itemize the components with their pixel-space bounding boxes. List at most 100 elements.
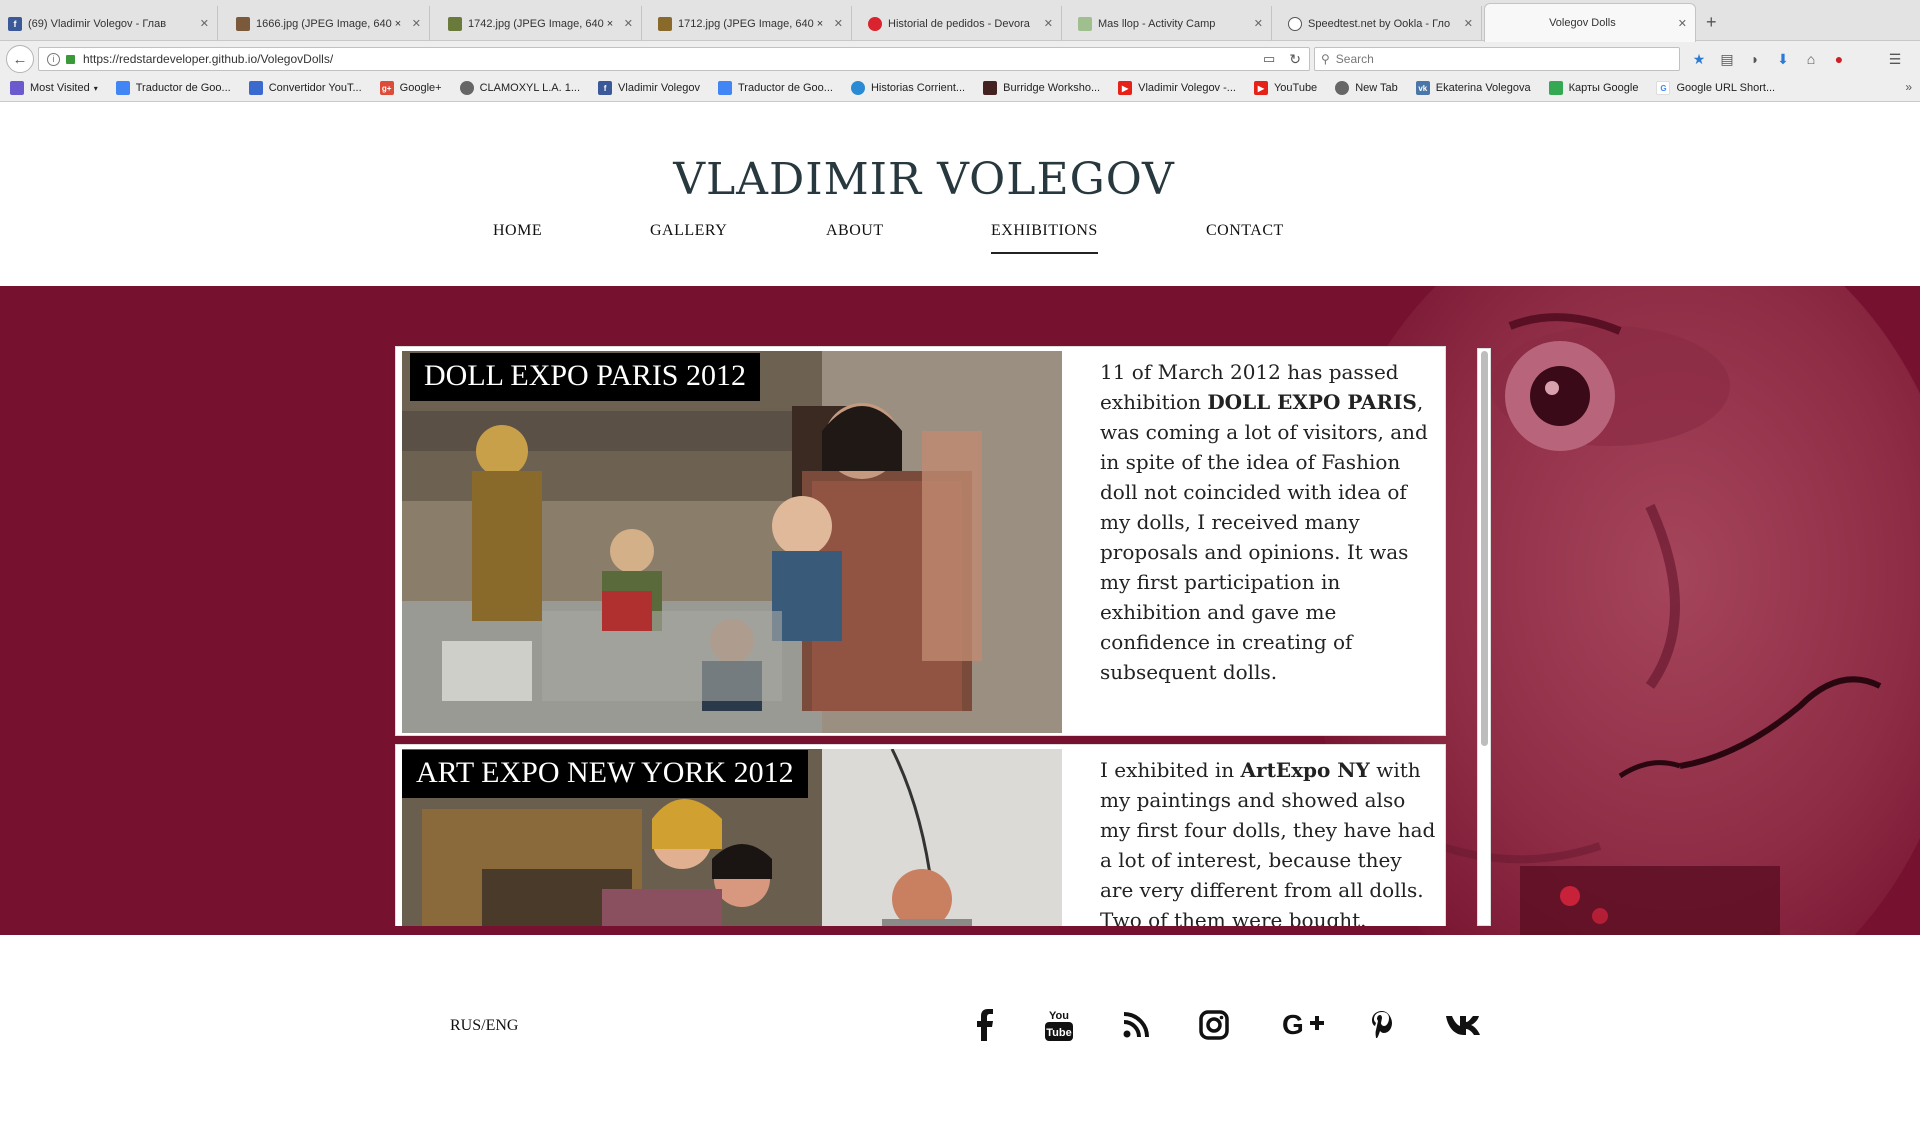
exhibition-name-bold: DOLL EXPO PARIS <box>1207 390 1417 414</box>
nav-bar: ← i https://redstardeveloper.github.io/V… <box>0 42 1920 74</box>
exhibitions-list: DOLL EXPO PARIS 2012 11 of March 2012 ha… <box>395 346 1495 926</box>
close-tab-icon[interactable]: ✕ <box>1254 17 1263 30</box>
svg-text:Tube: Tube <box>1046 1027 1071 1039</box>
pinterest-extension-icon[interactable]: ● <box>1830 50 1848 68</box>
image-favicon-icon <box>658 16 672 31</box>
site-title[interactable]: VLADIMIR VOLEGOV <box>0 154 1848 205</box>
close-tab-icon[interactable]: ✕ <box>1678 17 1687 30</box>
exhibition-card: DOLL EXPO PARIS 2012 11 of March 2012 ha… <box>395 346 1446 736</box>
scrollbar-thumb[interactable] <box>1481 351 1488 746</box>
bookmark-item[interactable]: CLAMOXYL L.A. 1... <box>459 81 580 95</box>
bookmark-item[interactable]: Most Visited ▾ <box>10 81 98 95</box>
instagram-icon[interactable] <box>1194 1005 1234 1045</box>
translate-icon <box>717 81 732 95</box>
rss-icon[interactable] <box>1116 1005 1156 1045</box>
exhibition-card: ART EXPO NEW YORK 2012 I exhibited in Ar… <box>395 744 1446 926</box>
google-plus-favicon-icon: g+ <box>379 81 394 95</box>
language-switch[interactable]: RUS/ENG <box>450 1017 518 1035</box>
bookmarks-list-icon[interactable]: ▤ <box>1718 50 1736 68</box>
converter-icon <box>248 81 263 95</box>
tab-facebook[interactable]: f (69) Vladimir Volegov - Глав ✕ <box>0 6 218 41</box>
bookmark-item[interactable]: g+ Google+ <box>379 81 442 95</box>
nav-home[interactable]: HOME <box>493 222 542 240</box>
bookmark-item[interactable]: Traductor de Goo... <box>115 81 231 95</box>
facebook-favicon-icon: f <box>8 16 22 31</box>
reader-view-icon[interactable]: ▭ <box>1263 51 1275 67</box>
facebook-icon[interactable] <box>964 1005 1004 1045</box>
bookmark-item[interactable]: f Vladimir Volegov <box>598 81 700 95</box>
download-icon[interactable]: ⬇ <box>1774 50 1792 68</box>
more-bookmarks-chevron-icon[interactable]: » <box>1905 80 1912 94</box>
back-arrow-icon: ← <box>12 50 28 68</box>
image-favicon-icon <box>236 16 250 31</box>
search-bar[interactable]: ⚲ Search <box>1314 47 1680 71</box>
tab-1742[interactable]: 1742.jpg (JPEG Image, 640 × ✕ <box>440 6 642 41</box>
home-icon[interactable]: ⌂ <box>1802 50 1820 68</box>
bookmark-item[interactable]: ▶ Vladimir Volegov -... <box>1118 81 1236 95</box>
exhibitions-section: DOLL EXPO PARIS 2012 11 of March 2012 ha… <box>0 286 1920 935</box>
close-tab-icon[interactable]: ✕ <box>412 17 421 30</box>
bookmark-item[interactable]: New Tab <box>1335 81 1398 95</box>
tab-label: Speedtest.net by Ookla - Гло <box>1308 17 1451 30</box>
pinterest-icon[interactable] <box>1362 1005 1402 1045</box>
devora-favicon-icon <box>868 16 882 31</box>
url-bar[interactable]: i https://redstardeveloper.github.io/Vol… <box>38 47 1310 71</box>
bookmark-item[interactable]: Карты Google <box>1548 81 1638 95</box>
historias-icon <box>850 81 865 95</box>
menu-icon[interactable]: ☰ <box>1886 50 1904 68</box>
browser-chrome: f (69) Vladimir Volegov - Глав ✕ 1666.jp… <box>0 0 1920 102</box>
nav-exhibitions[interactable]: EXHIBITIONS <box>991 222 1098 254</box>
bookmark-item[interactable]: Convertidor YouT... <box>248 81 362 95</box>
reload-icon[interactable]: ↻ <box>1289 51 1301 68</box>
camp-favicon-icon <box>1078 16 1092 31</box>
youtube-favicon-icon: ▶ <box>1253 81 1268 95</box>
globe-icon <box>459 81 474 95</box>
vk-icon[interactable] <box>1441 1005 1487 1045</box>
tab-strip: f (69) Vladimir Volegov - Глав ✕ 1666.jp… <box>0 0 1920 42</box>
translate-icon <box>115 81 130 95</box>
bookmark-item[interactable]: Historias Corrient... <box>850 81 965 95</box>
tab-1712[interactable]: 1712.jpg (JPEG Image, 640 × ✕ <box>650 6 852 41</box>
exhibition-title: DOLL EXPO PARIS 2012 <box>410 353 760 401</box>
close-tab-icon[interactable]: ✕ <box>200 17 209 30</box>
close-tab-icon[interactable]: ✕ <box>1464 17 1473 30</box>
tab-label: 1666.jpg (JPEG Image, 640 × <box>256 17 402 30</box>
info-icon[interactable]: i <box>47 52 60 66</box>
nav-contact[interactable]: CONTACT <box>1206 222 1284 240</box>
close-tab-icon[interactable]: ✕ <box>624 17 633 30</box>
site-nav: HOME GALLERY ABOUT EXHIBITIONS CONTACT <box>0 222 1920 254</box>
youtube-icon[interactable]: You Tube <box>1039 1005 1079 1045</box>
nav-about[interactable]: ABOUT <box>826 222 884 240</box>
nav-gallery[interactable]: GALLERY <box>650 222 727 240</box>
google-icon: G <box>1656 81 1671 95</box>
bookmark-item[interactable]: G Google URL Short... <box>1656 81 1775 95</box>
svg-text:G: G <box>1282 1010 1304 1040</box>
search-icon: ⚲ <box>1321 52 1330 66</box>
bookmark-item[interactable]: ▶ YouTube <box>1253 81 1317 95</box>
doll-expo-paris-photo <box>402 351 1062 733</box>
site-header: VLADIMIR VOLEGOV HOME GALLERY ABOUT EXHI… <box>0 102 1920 285</box>
image-favicon-icon <box>448 16 462 31</box>
google-plus-icon[interactable]: G <box>1279 1005 1329 1045</box>
bookmark-item[interactable]: Burridge Worksho... <box>983 81 1100 95</box>
exhibition-description: 11 of March 2012 has passed exhibition D… <box>1100 357 1440 687</box>
tab-1666[interactable]: 1666.jpg (JPEG Image, 640 × ✕ <box>228 6 430 41</box>
close-tab-icon[interactable]: ✕ <box>1044 17 1053 30</box>
burridge-icon <box>983 81 998 95</box>
tab-label: Volegov Dolls <box>1549 17 1616 29</box>
pocket-icon[interactable]: ◗ <box>1746 50 1764 68</box>
bookmark-item[interactable]: Traductor de Goo... <box>717 81 833 95</box>
tab-label: 1742.jpg (JPEG Image, 640 × <box>468 17 614 30</box>
bookmark-item[interactable]: vk Ekaterina Volegova <box>1415 81 1531 95</box>
tab-speedtest[interactable]: Speedtest.net by Ookla - Гло ✕ <box>1280 6 1482 41</box>
tab-volegov-dolls[interactable]: Volegov Dolls ✕ <box>1484 3 1696 42</box>
bookmark-star-icon[interactable]: ★ <box>1690 50 1708 68</box>
vk-favicon-icon: vk <box>1415 81 1430 95</box>
tab-mas-llop[interactable]: Mas llop - Activity Camp ✕ <box>1070 6 1272 41</box>
back-button[interactable]: ← <box>6 45 34 73</box>
exhibitions-scrollbar[interactable] <box>1477 348 1491 926</box>
close-tab-icon[interactable]: ✕ <box>834 17 843 30</box>
description-text: with my paintings and showed also my fir… <box>1100 758 1436 926</box>
tab-historial[interactable]: Historial de pedidos - Devora ✕ <box>860 6 1062 41</box>
new-tab-plus-icon[interactable]: + <box>1706 12 1717 33</box>
